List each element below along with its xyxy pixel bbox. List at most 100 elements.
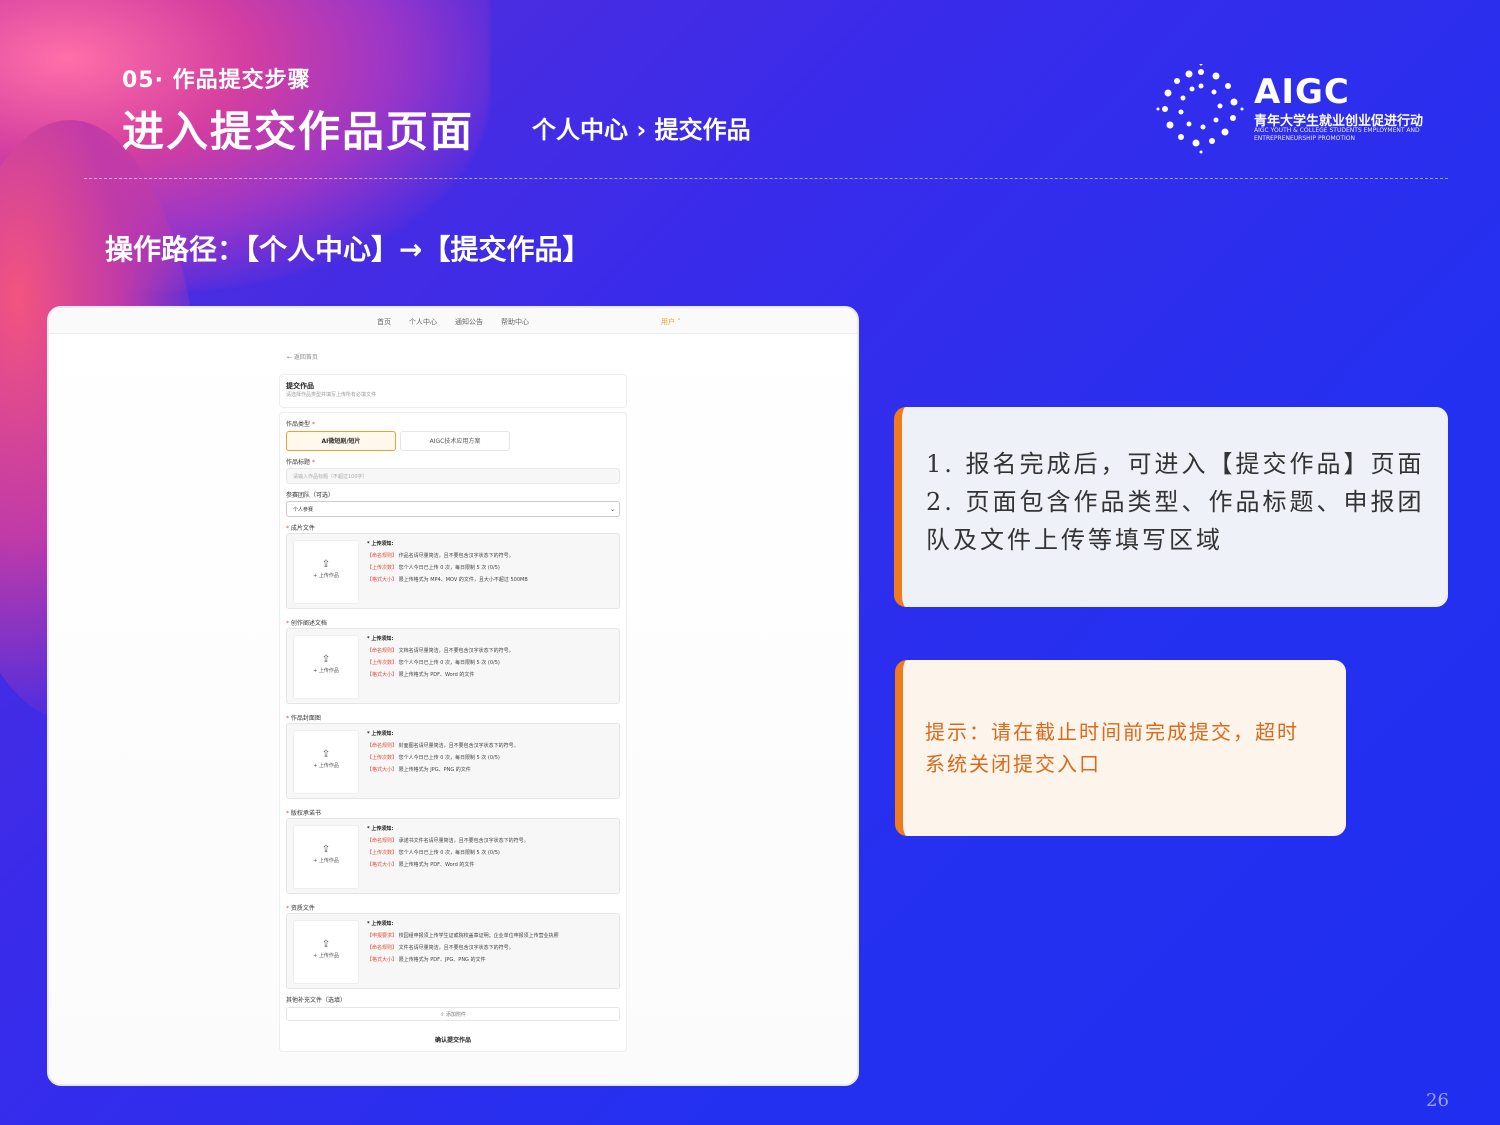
upload-box: ⇪ + 上传作品 * 上传须知: 【命名规则】 作品名请尽量简洁，且不要包含汉字状态下…: [286, 533, 620, 609]
upload-notice-line: 【命名规则】 作品名请尽量简洁，且不要包含汉字状态下的符号。: [367, 552, 514, 559]
tab-aigc-solution[interactable]: AIGC技术应用方案: [400, 431, 510, 451]
notice-tag: 【上传次数】: [367, 565, 398, 571]
upload-notice-line: 【命名规则】 文档名请尽量简洁，且不要包含汉字状态下的符号。: [367, 647, 514, 654]
breadcrumb: 个人中心 › 提交作品: [532, 116, 751, 144]
notice-text: 您个人今日已上传 0 次，每日限制 5 次 (0/5): [398, 565, 500, 571]
upload-section-label: * 作品封面图: [286, 715, 321, 722]
nav-notices[interactable]: 通知公告: [455, 317, 483, 327]
team-select[interactable]: 个人参赛 ⌄: [286, 501, 620, 517]
notice-tag: 【格式大小】: [367, 957, 398, 963]
upload-notice-line: 【上传次数】 您个人今日已上传 0 次，每日限制 5 次 (0/5): [367, 849, 500, 856]
back-link[interactable]: ← 返回首页: [287, 352, 318, 361]
upload-section-label-text: 创作阐述文档: [290, 620, 327, 627]
upload-section-label: * 创作阐述文档: [286, 620, 327, 627]
logo-en-name: AIGC YOUTH & COLLEGE STUDENTS EMPLOYMENT…: [1254, 127, 1420, 142]
notice-text: 限上传格式为 MP4、MOV 的文件，且大小不超过 500MB: [398, 577, 528, 583]
tab-ai-short-drama[interactable]: AI微短剧/短片: [286, 431, 396, 451]
page-number: 26: [1426, 1090, 1449, 1111]
upload-section-label: * 成片文件: [286, 525, 315, 532]
upload-button[interactable]: ⇪ + 上传作品: [293, 540, 359, 604]
upload-box: ⇪ + 上传作品 * 上传须知: 【命名规则】 承诺书文件名请尽量简洁，且不要包含汉字…: [286, 818, 620, 894]
upload-button-label: + 上传作品: [313, 573, 339, 579]
notice-text: 限上传格式为 PDF、Word 的文件: [398, 672, 475, 678]
steps-callout: 1. 报名完成后，可进入【提交作品】页面 2. 页面包含作品类型、作品标题、申报…: [894, 407, 1448, 607]
upload-section-label: * 版权承诺书: [286, 810, 321, 817]
notice-tag: 【命名规则】: [367, 553, 398, 559]
section-label: 05· 作品提交步骤: [122, 68, 311, 93]
upload-button[interactable]: ⇪ + 上传作品: [293, 730, 359, 794]
upload-icon: ⇪: [321, 749, 331, 760]
nav-home[interactable]: 首页: [377, 317, 391, 327]
upload-button[interactable]: ⇪ + 上传作品: [293, 635, 359, 699]
notice-tag: 【命名规则】: [367, 648, 398, 654]
team-label: 参赛团队（可选）: [286, 492, 335, 499]
add-attachment-button[interactable]: ⇪ 添加附件: [286, 1007, 620, 1021]
upload-notice-line: 【格式大小】 限上传格式为 JPG、PNG 的文件: [367, 766, 471, 773]
notice-text: 承诺书文件名请尽量简洁，且不要包含汉字状态下的符号。: [398, 838, 529, 844]
form-title: 提交作品: [286, 382, 314, 390]
notice-tag: 【命名规则】: [367, 945, 398, 951]
upload-notice-line: 【格式大小】 限上传格式为 PDF、JPG、PNG 的文件: [367, 956, 486, 963]
form-subtitle: 请选择作品类型并填写上传所有必填文件: [286, 392, 377, 398]
upload-icon: ⇪: [321, 559, 331, 570]
notice-text: 限上传格式为 JPG、PNG 的文件: [398, 767, 471, 773]
upload-notice-line: 【格式大小】 限上传格式为 PDF、Word 的文件: [367, 861, 474, 868]
divider: [84, 178, 1448, 179]
upload-notice-heading: * 上传须知:: [367, 921, 394, 927]
user-menu[interactable]: 用户 ˅: [661, 317, 681, 327]
upload-section-label: * 资质文件: [286, 905, 315, 912]
notice-text: 您个人今日已上传 0 次，每日限制 5 次 (0/5): [398, 755, 500, 761]
aigc-logo: AIGC 青年大学生就业创业促进行动 AIGC YOUTH & COLLEGE …: [1156, 64, 1456, 154]
form-header: 提交作品 请选择作品类型并填写上传所有必填文件: [279, 374, 627, 408]
upload-icon: ⇪: [321, 654, 331, 665]
submit-button[interactable]: 确认提交作品: [280, 1035, 626, 1044]
type-label: 作品类型 *: [286, 421, 315, 428]
upload-box: ⇪ + 上传作品 * 上传须知: 【命名规则】 封面图名请尽量简洁，且不要包含汉字状态…: [286, 723, 620, 799]
dotted-ring-icon: [1156, 64, 1244, 154]
upload-button[interactable]: ⇪ + 上传作品: [293, 825, 359, 889]
upload-box: ⇪ + 上传作品 * 上传须知: 【申报要求】 校园组申报须上传学生证或院校盖章证明；…: [286, 913, 620, 989]
upload-notice-heading: * 上传须知:: [367, 636, 394, 642]
notice-tag: 【格式大小】: [367, 767, 398, 773]
notice-tag: 【命名规则】: [367, 743, 398, 749]
upload-section-label-text: 作品封面图: [290, 715, 321, 722]
team-select-value: 个人参赛: [293, 507, 314, 513]
upload-section-label-text: 版权承诺书: [290, 810, 321, 817]
chevron-down-icon: ⌄: [609, 506, 615, 513]
notice-text: 您个人今日已上传 0 次，每日限制 5 次 (0/5): [398, 660, 500, 666]
notice-tag: 【格式大小】: [367, 672, 398, 678]
upload-notice-line: 【申报要求】 校园组申报须上传学生证或院校盖章证明；企业单位申报须上传营业执照: [367, 932, 559, 939]
notice-text: 作品名请尽量简洁，且不要包含汉字状态下的符号。: [398, 553, 514, 559]
tip-callout: 提示：请在截止时间前完成提交，超时系统关闭提交入口: [895, 660, 1346, 836]
top-navbar: 首页 个人中心 通知公告 帮助中心 用户 ˅: [49, 308, 857, 334]
notice-text: 文档名请尽量简洁，且不要包含汉字状态下的符号。: [398, 648, 514, 654]
notice-tag: 【申报要求】: [367, 933, 398, 939]
steps-text: 1. 报名完成后，可进入【提交作品】页面 2. 页面包含作品类型、作品标题、申报…: [926, 450, 1425, 554]
upload-button-label: + 上传作品: [313, 953, 339, 959]
upload-icon: ⇪: [321, 844, 331, 855]
notice-tag: 【格式大小】: [367, 577, 398, 583]
slide-title: 进入提交作品页面: [122, 107, 475, 156]
notice-text: 校园组申报须上传学生证或院校盖章证明；企业单位申报须上传营业执照: [398, 933, 559, 939]
upload-button-label: + 上传作品: [313, 858, 339, 864]
tip-text: 提示：请在截止时间前完成提交，超时系统关闭提交入口: [925, 720, 1299, 776]
upload-notice-line: 【格式大小】 限上传格式为 PDF、Word 的文件: [367, 671, 474, 678]
nav-help[interactable]: 帮助中心: [501, 317, 529, 327]
notice-tag: 【上传次数】: [367, 850, 398, 856]
title-input[interactable]: 请输入作品标题（不超过100字）: [286, 468, 620, 484]
notice-text: 文件名请尽量简洁，且不要包含汉字状态下的符号。: [398, 945, 514, 951]
notice-tag: 【上传次数】: [367, 755, 398, 761]
submission-form: 作品类型 * AI微短剧/短片 AIGC技术应用方案 作品标题 * 请输入作品标…: [279, 412, 627, 1052]
notice-text: 限上传格式为 PDF、JPG、PNG 的文件: [398, 957, 486, 963]
operation-path: 操作路径：【个人中心】→【提交作品】: [105, 233, 591, 266]
extra-files-label: 其他补充文件（选填）: [286, 997, 347, 1004]
upload-notice-line: 【格式大小】 限上传格式为 MP4、MOV 的文件，且大小不超过 500MB: [367, 576, 528, 583]
upload-button[interactable]: ⇪ + 上传作品: [293, 920, 359, 984]
nav-personal-center[interactable]: 个人中心: [409, 317, 437, 327]
notice-text: 您个人今日已上传 0 次，每日限制 5 次 (0/5): [398, 850, 500, 856]
notice-tag: 【格式大小】: [367, 862, 398, 868]
notice-text: 封面图名请尽量简洁，且不要包含汉字状态下的符号。: [398, 743, 519, 749]
upload-button-label: + 上传作品: [313, 668, 339, 674]
upload-icon: ⇪: [321, 939, 331, 950]
upload-section-label-text: 成片文件: [290, 525, 315, 532]
